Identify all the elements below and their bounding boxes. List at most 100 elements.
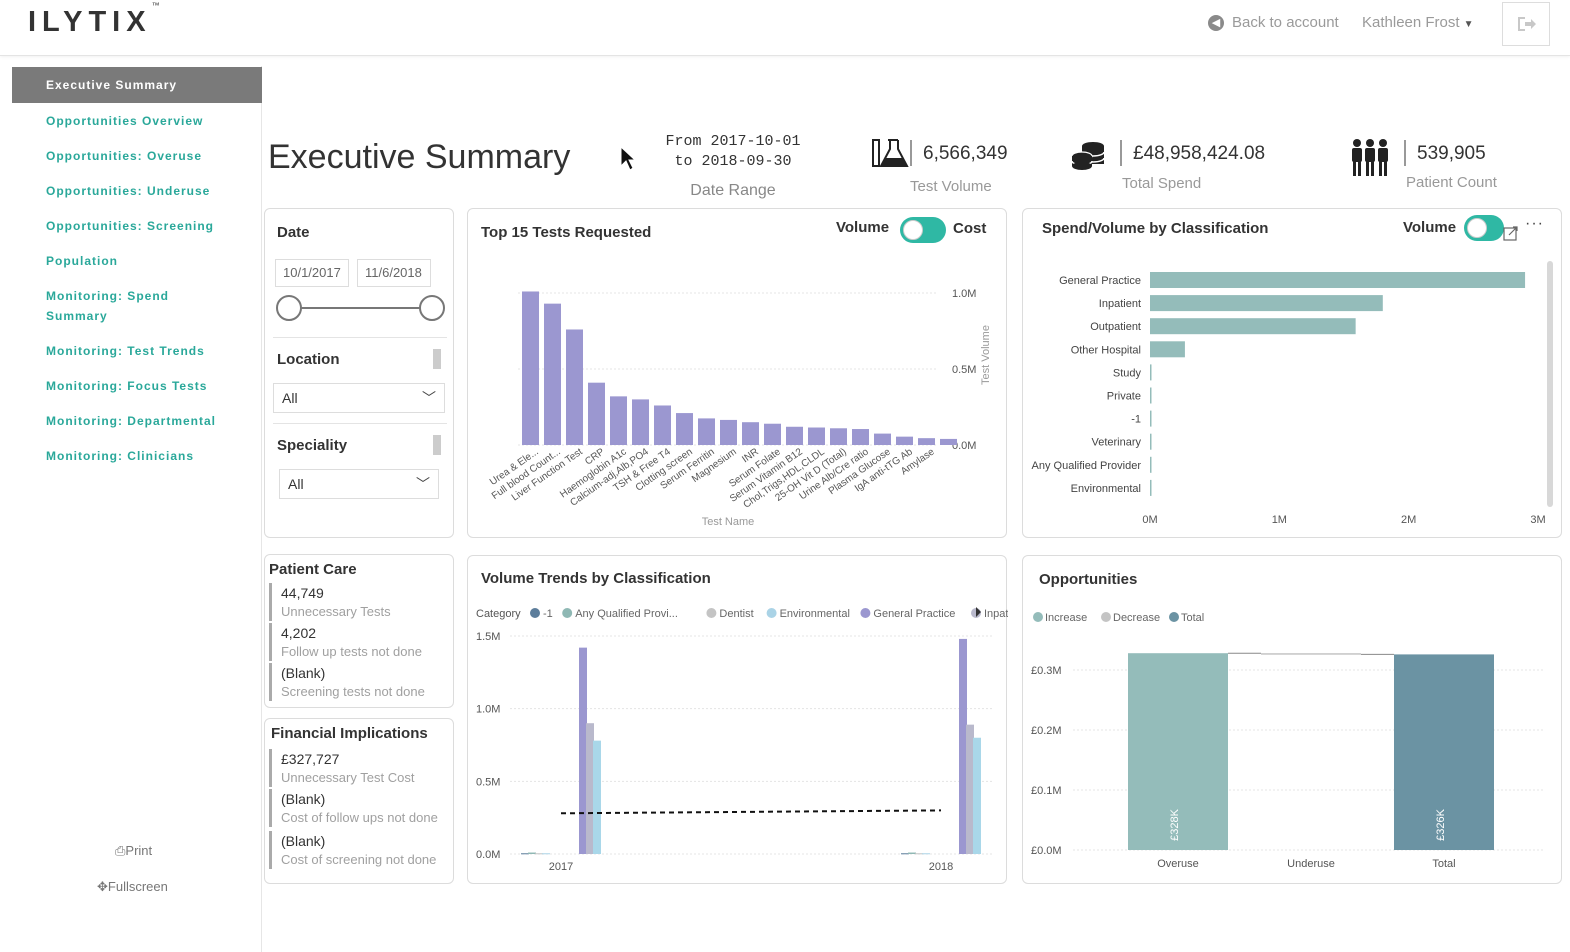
stat-screening-cost: (Blank) Cost of screening not done <box>269 831 436 869</box>
legend-label: Any Qualified Provi... <box>575 608 678 620</box>
logout-icon <box>1518 17 1536 31</box>
opportunities-card: Opportunities £0.0M £0.1M £0.2M £0.3M Increa… <box>1022 555 1562 884</box>
stat-label: Unnecessary Test Cost <box>281 770 415 785</box>
printer-icon: ⎙ <box>115 843 126 858</box>
date-slider-track[interactable] <box>289 307 433 309</box>
legend-swatch <box>562 608 573 618</box>
stat-follow-up-tests: 4,202 Follow up tests not done <box>269 623 422 661</box>
y-tick-label: -1 <box>1131 414 1141 426</box>
print-button[interactable]: ⎙Print <box>115 843 152 859</box>
x-tick-label: Total <box>1432 858 1455 870</box>
x-tick-label: 0M <box>1142 514 1157 526</box>
kpi-total-spend-label: Total Spend <box>1122 175 1202 192</box>
sidebar-item-monitoring-departmental[interactable]: Monitoring: Departmental <box>12 414 262 428</box>
date-filter-title: Date <box>277 224 310 241</box>
stat-label: Follow up tests not done <box>281 644 422 659</box>
fullscreen-label: Fullscreen <box>107 879 168 894</box>
location-filter-title: Location <box>277 351 340 368</box>
bar <box>521 853 529 855</box>
sidebar-item-monitoring-spend[interactable]: Monitoring: Spend <box>12 289 262 303</box>
x-axis-label: Test Name <box>702 516 755 528</box>
bar <box>1150 272 1526 288</box>
speciality-dropdown[interactable]: All ﹀ <box>279 469 439 499</box>
bar <box>940 438 957 445</box>
volume-trends-chart: 0.0M 0.5M 1.0M 1.5M Category -1 Any Qualified … <box>476 607 1008 873</box>
slicer-scroll-handle[interactable] <box>433 349 441 369</box>
sidebar-item-population[interactable]: Population <box>12 254 262 268</box>
bar <box>1150 364 1152 381</box>
sidebar-item-opportunities-screening[interactable]: Opportunities: Screening <box>12 219 262 233</box>
y-tick-label: 0.0M <box>476 849 500 861</box>
print-label: Print <box>125 843 153 858</box>
bar <box>1150 341 1185 358</box>
legend-label: Dentist <box>719 608 753 620</box>
kpi-patient-count-label: Patient Count <box>1406 174 1497 191</box>
x-tick-label: Overuse <box>1157 858 1199 870</box>
chevron-down-icon: ﹀ <box>416 476 430 492</box>
speciality-dropdown-value: All <box>288 476 304 492</box>
date-start-input[interactable]: 10/1/2017 <box>275 259 349 287</box>
sidebar-item-monitoring-clinicians[interactable]: Monitoring: Clinicians <box>12 449 262 463</box>
bar <box>896 436 913 445</box>
financial-implications-card: Financial Implications £327,727 Unnecess… <box>264 718 454 884</box>
top-15-tests-card: Top 15 Tests Requested Volume Cost 0.0M 0… <box>467 208 1007 538</box>
stat-unnecessary-tests: 44,749 Unnecessary Tests <box>269 583 391 621</box>
page-title: Executive Summary <box>268 138 571 176</box>
patient-care-title: Patient Care <box>269 561 357 578</box>
x-tick-label: 2018 <box>929 861 953 873</box>
kpi-patient-count-value: 539,905 <box>1417 143 1486 164</box>
date-end-input[interactable]: 11/6/2018 <box>357 259 431 287</box>
location-dropdown[interactable]: All ﹀ <box>273 383 445 413</box>
legend-swatch <box>1033 612 1043 622</box>
fullscreen-button[interactable]: ✥Fullscreen <box>97 879 168 895</box>
trend-line <box>560 809 942 815</box>
bar <box>966 724 974 854</box>
sidebar-item-opportunities-overview[interactable]: Opportunities Overview <box>12 114 262 128</box>
date-slider-start-handle[interactable] <box>276 295 302 321</box>
bar <box>1150 479 1152 496</box>
bar <box>522 291 539 445</box>
back-to-account-link[interactable]: ◀ Back to account <box>1208 14 1339 31</box>
sidebar-item-monitoring-test-trends[interactable]: Monitoring: Test Trends <box>12 344 262 358</box>
y-tick-label: Other Hospital <box>1071 344 1141 356</box>
kpi-test-volume-label: Test Volume <box>910 178 992 195</box>
volume-trends-card: Volume Trends by Classification 0.0M 0.5M… <box>467 555 1008 884</box>
bar <box>579 647 587 854</box>
user-menu[interactable]: Kathleen Frost ▼ <box>1362 14 1473 31</box>
top-bar: ILYTIX™ ◀ Back to account Kathleen Frost… <box>0 0 1570 56</box>
spend-volume-card: Spend/Volume by Classification Volume ··… <box>1022 208 1562 538</box>
sidebar-item-monitoring-focus-tests[interactable]: Monitoring: Focus Tests <box>12 379 262 393</box>
legend-swatch <box>1101 612 1111 622</box>
stat-value: £327,727 <box>281 751 340 767</box>
y-tick-label: £0.0M <box>1031 845 1062 857</box>
bar <box>908 852 916 854</box>
sidebar-item-monitoring-spend-summary[interactable]: Summary <box>12 309 262 323</box>
speciality-filter-title: Speciality <box>277 437 348 454</box>
sidebar-item-opportunities-underuse[interactable]: Opportunities: Underuse <box>12 184 262 198</box>
y-tick-label: General Practice <box>1059 275 1141 287</box>
y-axis-label: Test Volume <box>980 325 992 385</box>
logo[interactable]: ILYTIX™ <box>28 1 160 39</box>
bar <box>786 426 803 445</box>
logout-button[interactable] <box>1502 2 1550 46</box>
user-name: Kathleen Frost <box>1362 14 1460 31</box>
legend-label: Increase <box>1045 612 1087 624</box>
stat-label: Cost of follow ups not done <box>281 810 438 825</box>
sidebar-item-executive-summary[interactable]: Executive Summary <box>12 67 262 103</box>
stat-value: 4,202 <box>281 625 317 641</box>
slicer-scroll-handle[interactable] <box>433 435 441 455</box>
sidebar-item-opportunities-overuse[interactable]: Opportunities: Overuse <box>12 149 262 163</box>
bar <box>1150 387 1152 404</box>
date-slider-end-handle[interactable] <box>419 295 445 321</box>
legend-label: Total <box>1181 612 1204 624</box>
y-tick-label: Outpatient <box>1090 321 1141 333</box>
bar <box>742 422 759 445</box>
bar <box>698 418 715 445</box>
legend-label: Decrease <box>1113 612 1160 624</box>
x-tick-label: 2M <box>1401 514 1416 526</box>
data-label: £328K <box>1169 808 1181 840</box>
y-tick-label: Private <box>1107 391 1141 403</box>
legend-swatch <box>766 608 777 618</box>
kpi-divider <box>910 140 912 166</box>
patient-care-card: Patient Care 44,749 Unnecessary Tests 4,… <box>264 554 454 708</box>
